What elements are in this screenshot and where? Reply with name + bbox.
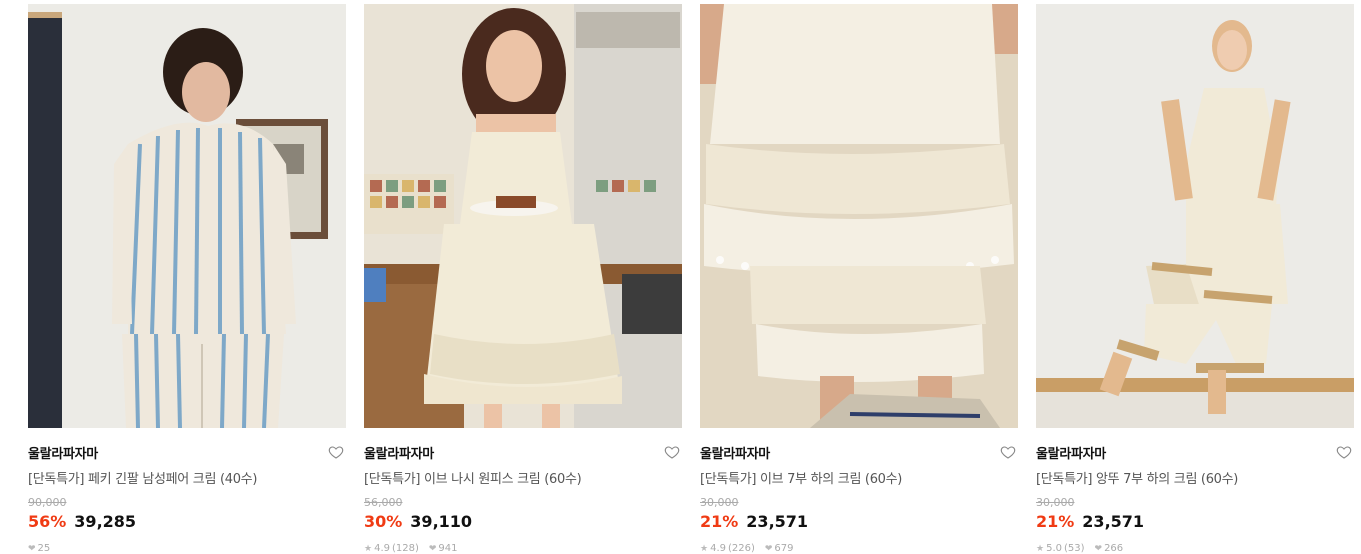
sale-price: 23,571 — [746, 512, 809, 531]
product-image[interactable] — [700, 4, 1018, 428]
product-meta: ★ 4.9 (226) ❤ 679 — [700, 543, 1018, 554]
discount-rate: 30% — [364, 512, 403, 531]
discount-rate: 21% — [1036, 512, 1075, 531]
star-icon: ★ — [364, 543, 373, 554]
product-meta: ❤ 25 — [28, 543, 346, 554]
heart-filled-icon: ❤ — [1094, 543, 1103, 554]
original-price: 90,000 — [28, 496, 67, 509]
rating: 4.9 — [374, 543, 390, 554]
sale-price: 23,571 — [1082, 512, 1145, 531]
review-count: (53) — [1063, 543, 1085, 554]
rating: 5.0 — [1046, 543, 1062, 554]
heart-filled-icon: ❤ — [428, 543, 437, 554]
heart-filled-icon: ❤ — [28, 543, 36, 554]
heart-outline-icon[interactable] — [328, 444, 344, 460]
review-count: (128) — [391, 543, 419, 554]
rating: 4.9 — [710, 543, 726, 554]
brand-name[interactable]: 울랄라파자마 — [700, 443, 770, 462]
brand-name[interactable]: 울랄라파자마 — [28, 443, 98, 462]
original-price: 56,000 — [364, 496, 403, 509]
heart-outline-icon[interactable] — [664, 444, 680, 460]
original-price: 30,000 — [700, 496, 739, 509]
likes-count: 266 — [1104, 543, 1124, 554]
heart-outline-icon[interactable] — [1336, 444, 1352, 460]
likes-count: 941 — [438, 543, 458, 554]
product-card[interactable]: 울랄라파자마 [단독특가] 이브 7부 하의 크림 (60수) 30,000 2… — [700, 4, 1018, 554]
likes-count: 25 — [37, 543, 51, 554]
sale-price: 39,110 — [410, 512, 473, 531]
product-title[interactable]: [단독특가] 이브 나시 원피스 크림 (60수) — [364, 468, 682, 487]
star-icon: ★ — [1036, 543, 1045, 554]
likes-count: 679 — [774, 543, 794, 554]
product-meta: ★ 4.9 (128) ❤ 941 — [364, 543, 682, 554]
product-title[interactable]: [단독특가] 앙뚜 7부 하의 크림 (60수) — [1036, 468, 1354, 487]
original-price: 30,000 — [1036, 496, 1075, 509]
review-count: (226) — [727, 543, 755, 554]
product-image[interactable] — [28, 4, 346, 428]
product-image[interactable] — [364, 4, 682, 428]
product-card[interactable]: 울랄라파자마 [단독특가] 페키 긴팔 남성페어 크림 (40수) 90,000… — [28, 4, 346, 554]
product-image[interactable] — [1036, 4, 1354, 428]
product-meta: ★ 5.0 (53) ❤ 266 — [1036, 543, 1354, 554]
brand-name[interactable]: 울랄라파자마 — [1036, 443, 1106, 462]
heart-filled-icon: ❤ — [764, 543, 773, 554]
brand-name[interactable]: 울랄라파자마 — [364, 443, 434, 462]
heart-outline-icon[interactable] — [1000, 444, 1016, 460]
product-card[interactable]: 울랄라파자마 [단독특가] 앙뚜 7부 하의 크림 (60수) 30,000 2… — [1036, 4, 1354, 554]
star-icon: ★ — [700, 543, 709, 554]
sale-price: 39,285 — [74, 512, 137, 531]
product-title[interactable]: [단독특가] 이브 7부 하의 크림 (60수) — [700, 468, 1018, 487]
product-grid: 울랄라파자마 [단독특가] 페키 긴팔 남성페어 크림 (40수) 90,000… — [28, 4, 1354, 554]
product-title[interactable]: [단독특가] 페키 긴팔 남성페어 크림 (40수) — [28, 468, 346, 487]
discount-rate: 56% — [28, 512, 67, 531]
discount-rate: 21% — [700, 512, 739, 531]
product-card[interactable]: 울랄라파자마 [단독특가] 이브 나시 원피스 크림 (60수) 56,000 … — [364, 4, 682, 554]
